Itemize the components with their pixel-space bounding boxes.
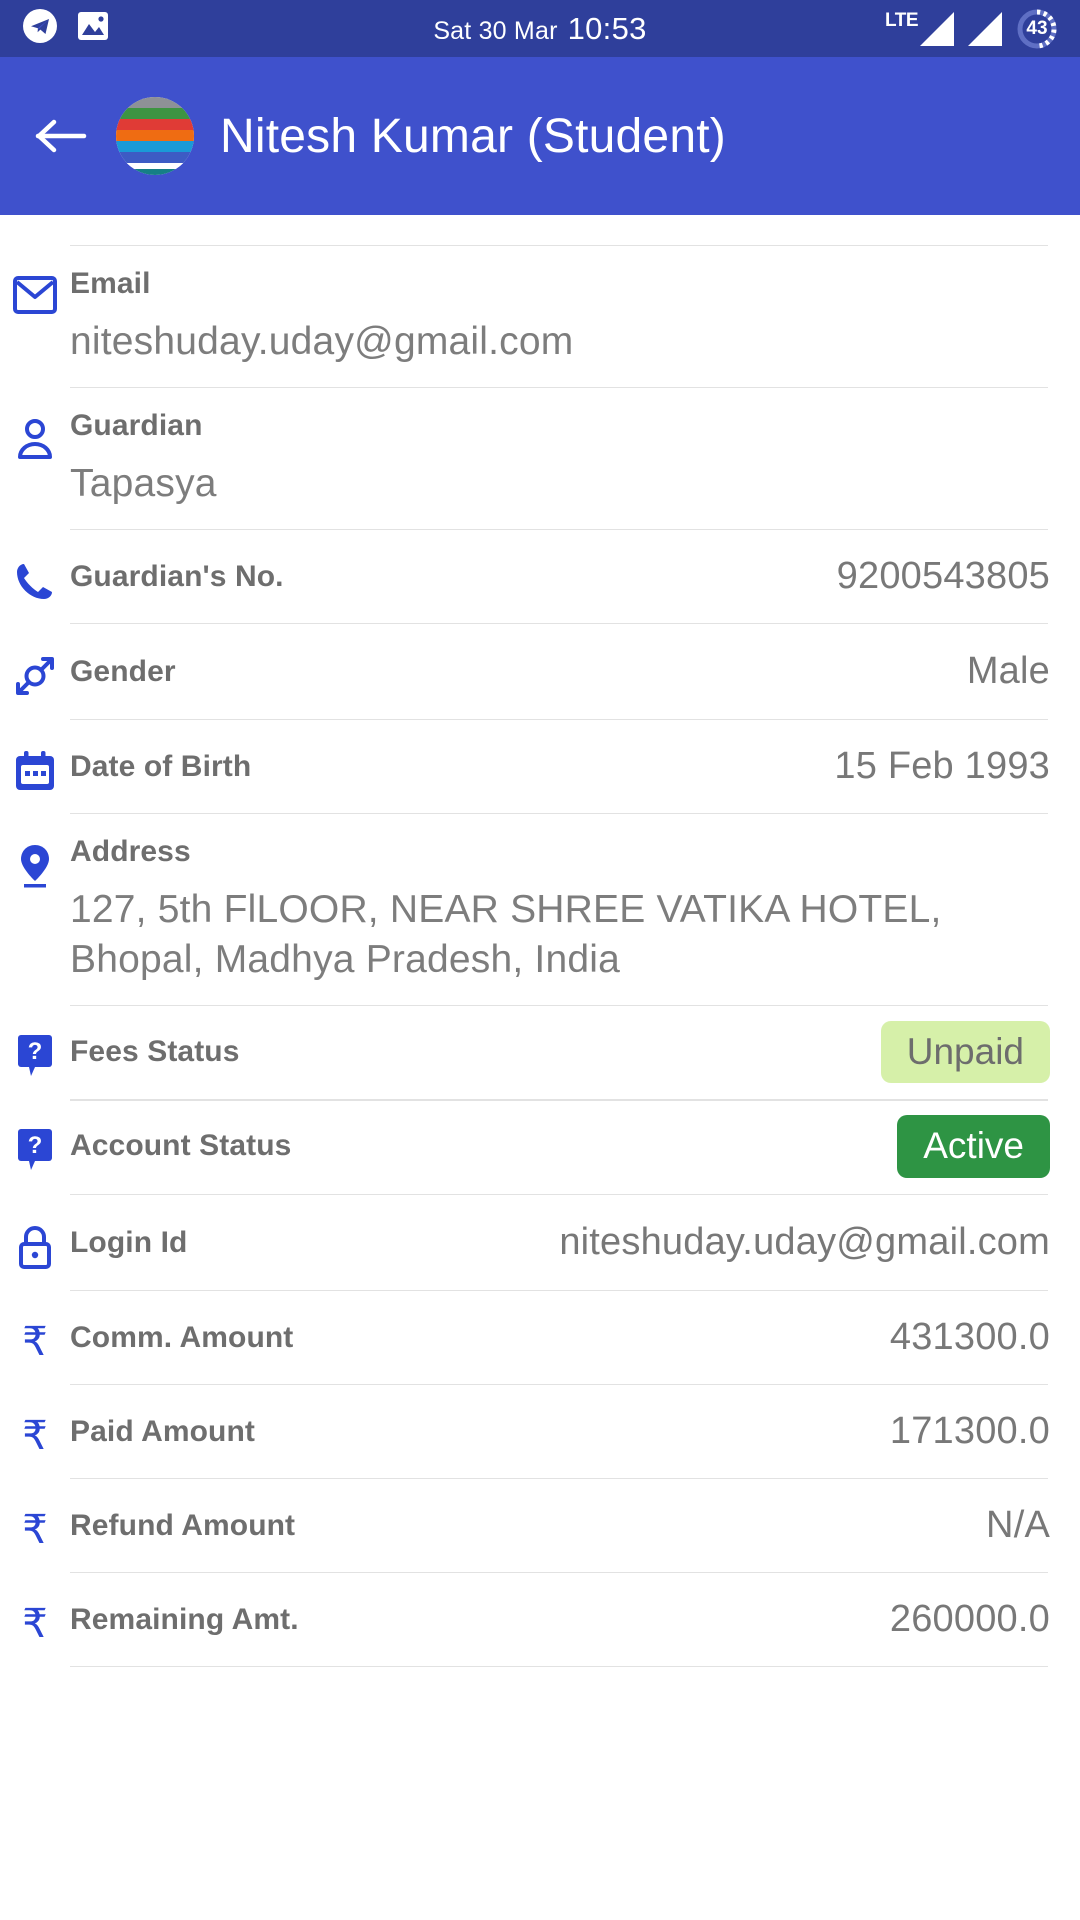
detail-row-fees-status[interactable]: ? Fees Status Unpaid xyxy=(0,1004,1080,1100)
list-bottom-divider xyxy=(0,1665,1080,1668)
detail-row-gender[interactable]: Gender Male xyxy=(0,622,1080,719)
status-bar: Sat 30 Mar 10:53 LTE 43 xyxy=(0,0,1080,57)
detail-row-guardians-no[interactable]: Guardian's No. 9200543805 xyxy=(0,528,1080,623)
detail-row-comm-amount[interactable]: ₹ Comm. Amount 431300.0 xyxy=(0,1289,1080,1384)
lte-label: LTE xyxy=(885,10,918,31)
detail-label: Paid Amount xyxy=(70,1414,255,1448)
gender-icon xyxy=(0,645,70,699)
status-badge[interactable]: Unpaid xyxy=(880,1020,1050,1084)
telegram-icon xyxy=(22,8,58,49)
app-bar: Nitesh Kumar (Student) xyxy=(0,57,1080,215)
screenshot-image-icon xyxy=(76,9,110,48)
status-bar-time: 10:53 xyxy=(567,10,647,46)
location-pin-icon xyxy=(0,835,70,889)
detail-value: 127, 5th FlLOOR, NEAR SHREE VATIKA HOTEL… xyxy=(70,887,942,981)
detail-value: 15 Feb 1993 xyxy=(834,745,1050,788)
battery-percent-label: 43 xyxy=(1026,18,1048,39)
detail-label: Address xyxy=(70,834,191,868)
email-icon xyxy=(0,267,70,315)
back-arrow-icon[interactable] xyxy=(34,108,90,164)
avatar[interactable] xyxy=(116,97,194,175)
status-bar-system-icons: LTE 43 xyxy=(885,8,1058,50)
rupee-icon: ₹ xyxy=(22,1318,48,1365)
rupee-icon: ₹ xyxy=(22,1412,48,1459)
detail-value: Male xyxy=(966,650,1050,693)
detail-label: Comm. Amount xyxy=(70,1320,294,1354)
detail-label: Fees Status xyxy=(70,1034,240,1068)
detail-value: N/A xyxy=(986,1504,1050,1547)
phone-icon xyxy=(0,552,70,602)
detail-row-remaining-amount[interactable]: ₹ Remaining Amt. 260000.0 xyxy=(0,1571,1080,1666)
page-title: Nitesh Kumar (Student) xyxy=(220,109,726,163)
detail-row-login-id[interactable]: Login Id niteshuday.uday@gmail.com xyxy=(0,1193,1080,1290)
detail-row-refund-amount[interactable]: ₹ Refund Amount N/A xyxy=(0,1477,1080,1572)
status-badge[interactable]: Active xyxy=(897,1115,1050,1178)
detail-value: 431300.0 xyxy=(889,1316,1050,1359)
detail-value: 171300.0 xyxy=(889,1410,1050,1453)
detail-label: Refund Amount xyxy=(70,1508,296,1542)
battery-icon: 43 xyxy=(1016,8,1058,50)
svg-text:?: ? xyxy=(28,1132,43,1159)
detail-label: Login Id xyxy=(70,1225,188,1259)
calendar-icon xyxy=(0,741,70,793)
detail-value: niteshuday.uday@gmail.com xyxy=(559,1221,1050,1264)
detail-row-paid-amount[interactable]: ₹ Paid Amount 171300.0 xyxy=(0,1383,1080,1478)
svg-text:?: ? xyxy=(28,1038,43,1065)
detail-row-guardian[interactable]: Guardian Tapasya xyxy=(0,386,1080,529)
lte-signal-icon: LTE xyxy=(885,11,954,46)
rupee-icon: ₹ xyxy=(22,1506,48,1553)
detail-label: Gender xyxy=(70,654,176,688)
detail-value: 9200543805 xyxy=(836,555,1050,598)
lock-icon xyxy=(0,1216,70,1270)
status-bar-notification-icons xyxy=(22,8,110,49)
detail-value: 260000.0 xyxy=(889,1598,1050,1641)
detail-label: Date of Birth xyxy=(70,749,252,783)
question-mark-icon: ? xyxy=(0,1119,70,1173)
detail-value: Tapasya xyxy=(70,461,217,505)
student-details-list[interactable]: Email niteshuday.uday@gmail.com Guardian… xyxy=(0,215,1080,1920)
question-mark-icon: ? xyxy=(0,1025,70,1079)
rupee-icon: ₹ xyxy=(22,1600,48,1647)
person-icon xyxy=(0,409,70,461)
detail-label: Guardian xyxy=(70,408,203,442)
detail-row-address[interactable]: Address 127, 5th FlLOOR, NEAR SHREE VATI… xyxy=(0,812,1080,1005)
detail-label: Remaining Amt. xyxy=(70,1602,299,1636)
status-bar-date: Sat 30 Mar xyxy=(433,16,558,45)
phone-screen: Sat 30 Mar 10:53 LTE 43 Nitesh Kumar (St… xyxy=(0,0,1080,1920)
detail-row-email[interactable]: Email niteshuday.uday@gmail.com xyxy=(0,245,1080,387)
detail-label: Guardian's No. xyxy=(70,559,284,593)
detail-label: Account Status xyxy=(70,1129,292,1163)
detail-value: niteshuday.uday@gmail.com xyxy=(70,320,574,363)
detail-row-date-of-birth[interactable]: Date of Birth 15 Feb 1993 xyxy=(0,718,1080,813)
signal-bars-icon-1 xyxy=(920,12,954,46)
signal-bars-icon-2 xyxy=(968,11,1002,46)
detail-row-account-status[interactable]: ? Account Status Active xyxy=(0,1099,1080,1194)
detail-label: Email xyxy=(70,267,151,300)
